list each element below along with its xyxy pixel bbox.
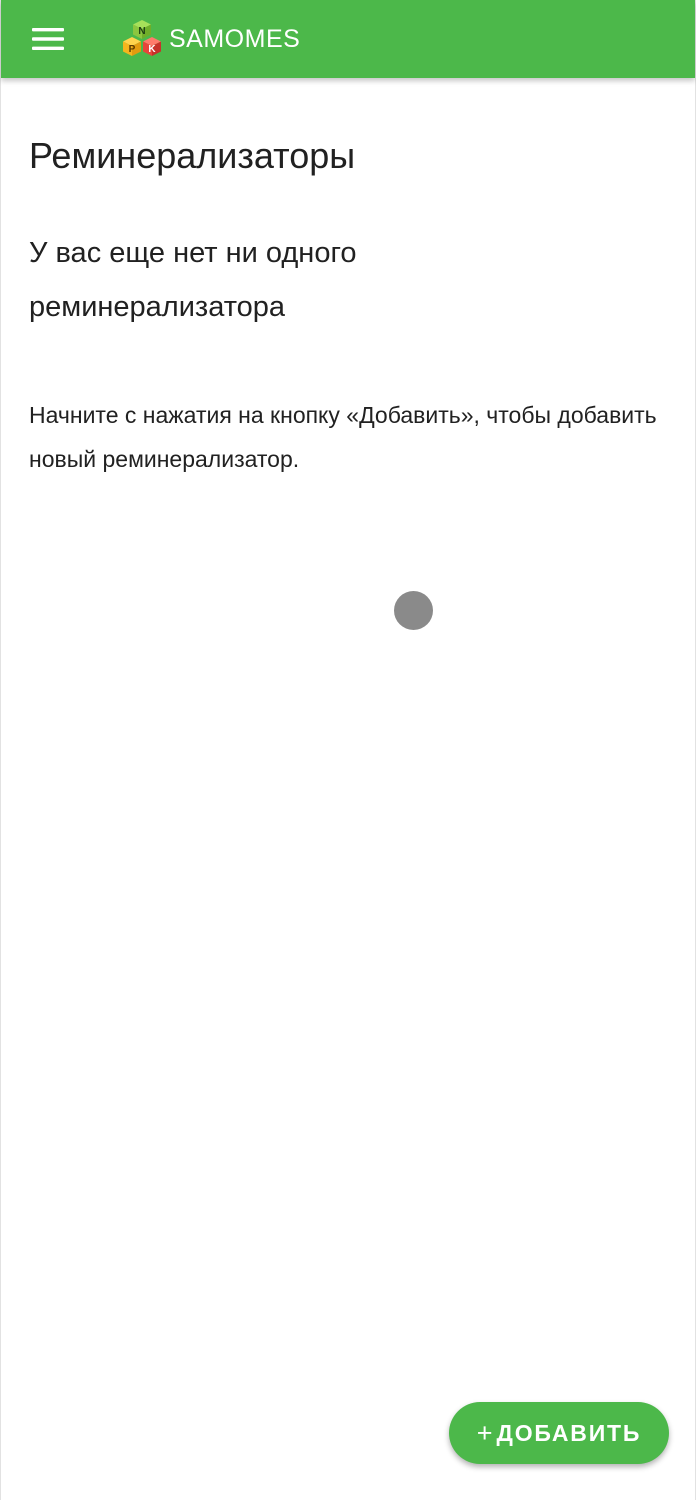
logo-letter-p: P [129,44,136,55]
brand: N P K SAMOMES [121,18,300,60]
page-title: Реминерализаторы [29,135,356,176]
app-bar: N P K SAMOMES [1,0,695,78]
empty-state-title: У вас еще нет ни одного реминерализатора [29,237,357,323]
hamburger-menu-icon [32,28,64,50]
brand-name: SAMOMES [169,24,301,53]
menu-button[interactable] [21,14,75,64]
plus-icon: + [476,1417,493,1448]
add-button-label: ДОБАВИТЬ [496,1419,642,1446]
empty-state-description: Начните с нажатия на кнопку «Добавить», … [29,402,657,472]
screen: N P K SAMOMES Реминерализаторы У вас еще… [0,0,696,1500]
logo-letter-k: K [148,44,156,55]
add-button[interactable]: + ДОБАВИТЬ [449,1402,669,1464]
logo-letter-n: N [138,26,145,37]
touch-indicator [394,591,433,630]
npk-logo-icon: N P K [123,20,161,56]
